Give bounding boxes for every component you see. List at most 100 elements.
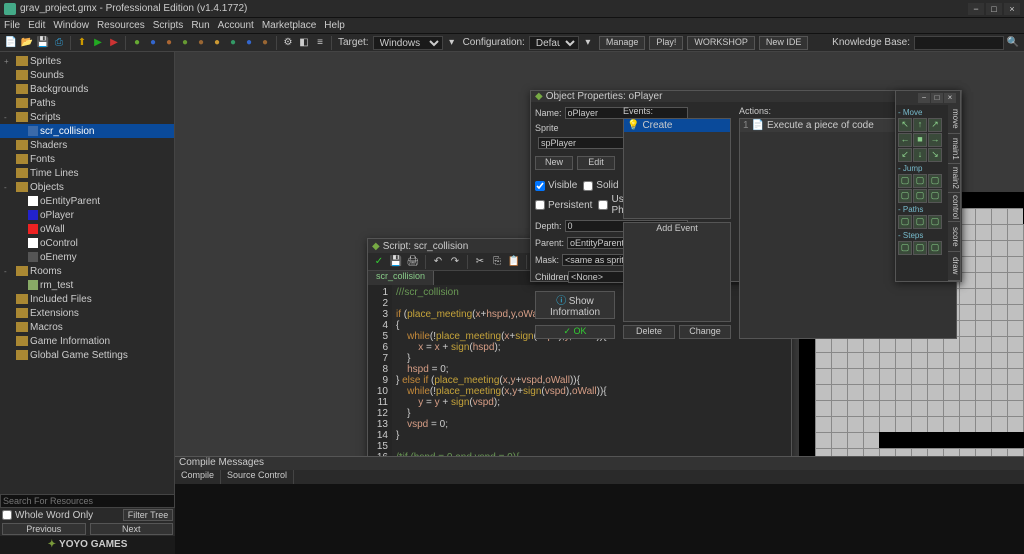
tree-item-sounds[interactable]: Sounds	[0, 68, 174, 82]
script-print-icon[interactable]: 🖨	[406, 255, 420, 269]
palette-action-icon[interactable]: ▢	[928, 215, 942, 229]
tree-item-rooms[interactable]: -Rooms	[0, 264, 174, 278]
res8-icon[interactable]: ●	[242, 36, 256, 50]
tree-item-extensions[interactable]: Extensions	[0, 306, 174, 320]
target-select[interactable]: Windows	[373, 36, 443, 50]
export-icon[interactable]: ⬆	[75, 36, 89, 50]
macro-icon[interactable]: ≡	[313, 36, 327, 50]
tab-source-control[interactable]: Source Control	[221, 470, 294, 484]
save-icon[interactable]: 💾	[36, 36, 50, 50]
palette-tab-main1[interactable]: main1	[948, 134, 960, 163]
res6-icon[interactable]: ●	[210, 36, 224, 50]
pal-min-button[interactable]: −	[918, 93, 930, 103]
wholeword-checkbox[interactable]	[2, 510, 12, 520]
filter-tree-button[interactable]: Filter Tree	[123, 509, 173, 521]
tree-item-game-information[interactable]: Game Information	[0, 334, 174, 348]
palette-action-icon[interactable]: ▢	[898, 189, 912, 203]
saveall-icon[interactable]: ⎙	[52, 36, 66, 50]
palette-action-icon[interactable]: ▢	[913, 215, 927, 229]
palette-action-icon[interactable]: ↓	[913, 148, 927, 162]
play-button[interactable]: Play!	[649, 36, 683, 50]
resource-tree[interactable]: +SpritesSoundsBackgroundsPaths-Scriptssc…	[0, 52, 175, 536]
target-dropdown-icon[interactable]: ▾	[445, 36, 459, 50]
menu-scripts[interactable]: Scripts	[153, 20, 184, 31]
tree-item-paths[interactable]: Paths	[0, 96, 174, 110]
settings-icon[interactable]: ⚙	[281, 36, 295, 50]
script-ok-icon[interactable]: ✓	[372, 255, 386, 269]
script-tab[interactable]: scr_collision	[368, 271, 434, 285]
menu-window[interactable]: Window	[53, 20, 89, 31]
res2-icon[interactable]: ●	[146, 36, 160, 50]
events-list[interactable]: 💡Create	[623, 118, 731, 219]
prev-button[interactable]: Previous	[2, 523, 86, 535]
res3-icon[interactable]: ●	[162, 36, 176, 50]
next-button[interactable]: Next	[90, 523, 174, 535]
visible-checkbox[interactable]	[535, 181, 545, 191]
res7-icon[interactable]: ●	[226, 36, 240, 50]
tree-item-fonts[interactable]: Fonts	[0, 152, 174, 166]
wall-seg2[interactable]	[879, 432, 1024, 448]
palette-action-icon[interactable]: ▢	[898, 215, 912, 229]
palette-action-icon[interactable]: ▢	[898, 174, 912, 188]
menu-help[interactable]: Help	[324, 20, 345, 31]
script-paste-icon[interactable]: 📋	[507, 255, 521, 269]
tree-item-global-game-settings[interactable]: Global Game Settings	[0, 348, 174, 362]
action-palette[interactable]: −□× - Move↖↑↗←■→↙↓↘- Jump▢▢▢▢▢▢- Paths▢▢…	[895, 90, 961, 282]
tree-item-oentityparent[interactable]: oEntityParent	[0, 194, 174, 208]
palette-tab-draw[interactable]: draw	[948, 252, 960, 281]
palette-action-icon[interactable]: ▢	[913, 189, 927, 203]
menu-marketplace[interactable]: Marketplace	[262, 20, 316, 31]
search-input[interactable]	[0, 494, 175, 508]
kb-input[interactable]	[914, 36, 1004, 50]
res9-icon[interactable]: ●	[258, 36, 272, 50]
palette-action-icon[interactable]: ←	[898, 133, 912, 147]
debug-icon[interactable]: ▶	[107, 36, 121, 50]
run-icon[interactable]: ▶	[91, 36, 105, 50]
menu-run[interactable]: Run	[191, 20, 209, 31]
solid-checkbox[interactable]	[583, 181, 593, 191]
minimize-button[interactable]: −	[968, 3, 984, 15]
sprite-edit-button[interactable]: Edit	[577, 156, 615, 170]
manage-button[interactable]: Manage	[599, 36, 646, 50]
palette-action-icon[interactable]: ↑	[913, 118, 927, 132]
addevent-button[interactable]: Add Event	[623, 222, 731, 323]
palette-action-icon[interactable]: ▢	[913, 241, 927, 255]
palette-tab-main2[interactable]: main2	[948, 164, 960, 193]
tree-item-sprites[interactable]: +Sprites	[0, 54, 174, 68]
palette-tab-control[interactable]: control	[948, 193, 960, 222]
tree-item-rm_test[interactable]: rm_test	[0, 278, 174, 292]
newide-button[interactable]: New IDE	[759, 36, 809, 50]
palette-action-icon[interactable]: ▢	[928, 174, 942, 188]
pal-max-button[interactable]: □	[931, 93, 943, 103]
tree-item-macros[interactable]: Macros	[0, 320, 174, 334]
tree-item-oplayer[interactable]: oPlayer	[0, 208, 174, 222]
ext-icon[interactable]: ◧	[297, 36, 311, 50]
tree-item-owall[interactable]: oWall	[0, 222, 174, 236]
palette-action-icon[interactable]: ▢	[928, 241, 942, 255]
palette-action-icon[interactable]: ▢	[898, 241, 912, 255]
tree-item-oenemy[interactable]: oEnemy	[0, 250, 174, 264]
pal-close-button[interactable]: ×	[944, 93, 956, 103]
tree-item-backgrounds[interactable]: Backgrounds	[0, 82, 174, 96]
persistent-checkbox[interactable]	[535, 200, 545, 210]
script-redo-icon[interactable]: ↷	[448, 255, 462, 269]
palette-action-icon[interactable]: ▢	[928, 189, 942, 203]
palette-action-icon[interactable]: ↗	[928, 118, 942, 132]
maximize-button[interactable]: □	[986, 3, 1002, 15]
palette-tab-move[interactable]: move	[948, 105, 960, 134]
change-event-button[interactable]: Change	[679, 325, 731, 339]
menu-resources[interactable]: Resources	[97, 20, 145, 31]
palette-action-icon[interactable]: ↙	[898, 148, 912, 162]
showinfo-button[interactable]: ⓘ Show Information	[535, 291, 615, 319]
menu-file[interactable]: File	[4, 20, 20, 31]
delete-event-button[interactable]: Delete	[623, 325, 675, 339]
palette-action-icon[interactable]: ▢	[913, 174, 927, 188]
palette-action-icon[interactable]: ↘	[928, 148, 942, 162]
tree-item-time-lines[interactable]: Time Lines	[0, 166, 174, 180]
open-icon[interactable]: 📂	[20, 36, 34, 50]
menu-account[interactable]: Account	[218, 20, 254, 31]
physics-checkbox[interactable]	[598, 200, 608, 210]
close-button[interactable]: ×	[1004, 3, 1020, 15]
compile-output[interactable]	[175, 484, 1024, 554]
sprite-new-button[interactable]: New	[535, 156, 573, 170]
